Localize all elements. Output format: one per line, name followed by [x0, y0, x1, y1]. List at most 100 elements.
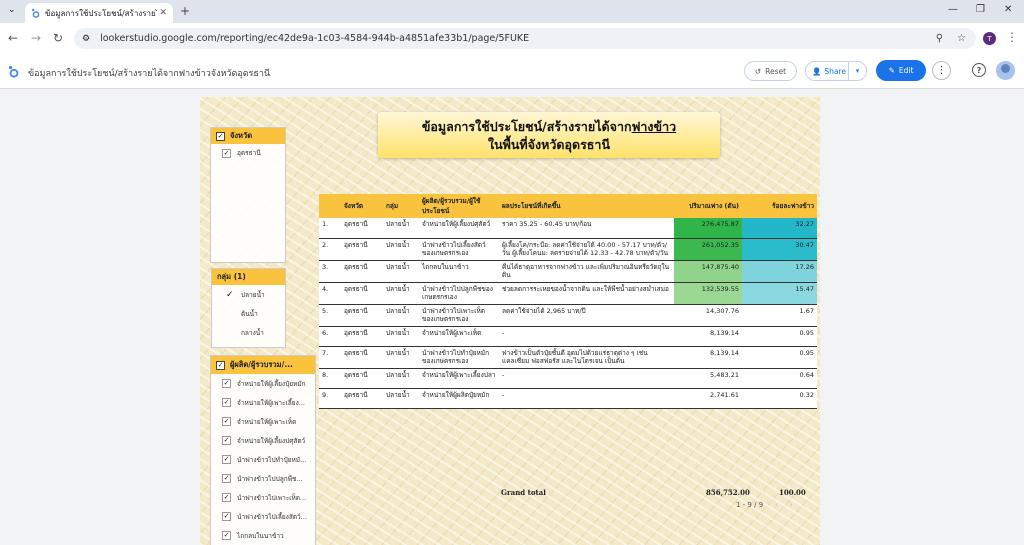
grand-total-percent: 100.00 [779, 488, 806, 497]
account-avatar[interactable] [996, 61, 1015, 80]
quantity-cell: 5,483.21 [674, 368, 742, 389]
producer-cell: จำหน่ายให้ผู้ผลิตปุ๋ยหมัก [419, 388, 499, 409]
quantity-cell: 261,052.35 [674, 238, 742, 261]
producer-cell: นำฟางข้าวไปเลี้ยงสัตว์ของเกษตรกรเอง [419, 238, 499, 261]
url-bar[interactable]: ⚙ lookerstudio.google.com/reporting/ec42… [74, 28, 976, 49]
share-dropdown-icon[interactable]: ▾ [848, 62, 866, 80]
select-all-checkbox[interactable]: ✓ [216, 360, 225, 370]
province-filter-header[interactable]: ✓ จังหวัด [211, 128, 285, 144]
back-icon[interactable]: ← [8, 31, 18, 45]
site-info-icon[interactable]: ⚙ [82, 34, 90, 44]
url-text: lookerstudio.google.com/reporting/ec42de… [100, 33, 530, 44]
table-row[interactable]: 1. อุดรธานี ปลายน้ำ จำหน่ายให้ผู้เลี้ยงปศุส… [319, 218, 817, 239]
row-number: 6. [319, 326, 341, 347]
filter-option[interactable]: ✓ นำฟางข้าวไปปลูกพืช... [211, 469, 315, 488]
close-tab-icon[interactable]: ✕ [159, 8, 167, 18]
prev-page-icon[interactable]: ‹ [775, 501, 778, 509]
quantity-cell: 132,539.55 [674, 282, 742, 305]
table-row[interactable]: 4. อุดรธานี ปลายน้ำ นำฟางข้าวไปปลูกพืชของเก… [319, 282, 817, 305]
filter-option-label: จำหน่ายให้ผู้เพาะเลี้ยง... [237, 398, 305, 407]
restore-icon[interactable]: ❐ [976, 4, 985, 15]
col-header-producer[interactable]: ผู้ผลิต/ผู้รวบรวม/ผู้ใช้ประโยชน์ [419, 194, 499, 218]
filter-option[interactable]: ✓ จำหน่ายให้ผู้เพาะเลี้ยง... [211, 393, 315, 412]
zoom-icon[interactable]: ⚲ [936, 33, 943, 44]
bookmark-star-icon[interactable]: ☆ [957, 33, 966, 44]
tab-search-icon[interactable]: ⌄ [8, 5, 16, 15]
quantity-cell: 8,139.14 [674, 346, 742, 369]
reload-icon[interactable]: ↻ [53, 31, 63, 45]
forward-icon[interactable]: → [31, 31, 41, 45]
filter-option[interactable]: ✓ จำหน่ายให้ผู้เลี้ยงปศุสัตว์ [211, 431, 315, 450]
group-cell: ปลายน้ำ [383, 388, 419, 409]
table-row[interactable]: 3. อุดรธานี ปลายน้ำ ไถกลบในนาข้าว คืนได้ธาตุ… [319, 260, 817, 283]
help-icon[interactable]: ? [972, 63, 986, 77]
grand-total-quantity: 856,752.00 [706, 488, 750, 497]
profile-avatar[interactable]: T [983, 32, 996, 45]
filter-option[interactable]: ✓ อุดรธานี [211, 148, 285, 158]
producer-filter-header[interactable]: ✓ ผู้ผลิต/ผู้รวบรวม/... [211, 356, 315, 374]
row-number: 3. [319, 260, 341, 283]
browser-tab[interactable]: ข้อมูลการใช้ประโยชน์/สร้างรายได้จาก ✕ [25, 3, 173, 23]
check-icon: ✓ [226, 290, 234, 300]
looker-studio-logo-icon [8, 65, 19, 78]
page-range: 1 - 9 / 9 [736, 501, 764, 509]
table-row[interactable]: 7. อุดรธานี ปลายน้ำ นำฟางข้าวไปทำปุ๋ยหมักขอ… [319, 346, 817, 369]
edit-button[interactable]: ✎ Edit [876, 60, 926, 81]
benefit-cell: คืนได้ธาตุอาหารจากฟางข้าว และเพิ่มปริมาณ… [499, 260, 674, 283]
filter-option[interactable]: ✓ นำฟางข้าวไปเลี้ยงสัตว์... [211, 507, 315, 526]
table-row[interactable]: 9. อุดรธานี ปลายน้ำ จำหน่ายให้ผู้ผลิตปุ๋ยหม… [319, 388, 817, 409]
group-filter[interactable]: กลุ่ม (1) ✓ ปลายน้ำ ต้นน้ำ กลางน้ำ [211, 268, 286, 348]
report-title-box: ข้อมูลการใช้ประโยชน์/สร้างรายได้จากฟางข้… [378, 112, 720, 158]
filter-option[interactable]: ✓ ปลายน้ำ [212, 290, 285, 300]
benefit-cell: - [499, 368, 674, 389]
col-header-no[interactable] [319, 194, 341, 218]
filter-option[interactable]: กลางน้ำ [212, 328, 285, 338]
table-row[interactable]: 5. อุดรธานี ปลายน้ำ นำฟางข้าวไปเพาะเห็ดของเ… [319, 304, 817, 327]
province-filter[interactable]: ✓ จังหวัด ✓ อุดรธานี [210, 127, 286, 263]
select-all-checkbox[interactable]: ✓ [216, 131, 225, 141]
province-cell: อุดรธานี [341, 346, 383, 369]
filter-option[interactable]: ✓ จำหน่ายให้ผู้เพาะเห็ด [211, 412, 315, 431]
reset-button[interactable]: ↺ Reset [744, 61, 797, 81]
col-header-benefit[interactable]: ผลประโยชน์ที่เกิดขึ้น [499, 194, 674, 218]
filter-option-label: จำหน่ายให้ผู้เพาะเห็ด [237, 417, 297, 426]
filter-option[interactable]: ✓ นำฟางข้าวไปทำปุ๋ยหมั... [211, 450, 315, 469]
group-cell: ปลายน้ำ [383, 326, 419, 347]
row-number: 1. [319, 218, 341, 239]
group-cell: ปลายน้ำ [383, 282, 419, 305]
browser-menu-icon[interactable]: ⋮ [1006, 30, 1018, 44]
add-person-icon: 👤 [812, 66, 822, 76]
filter-option-label: จำหน่ายให้ผู้เลี้ยงปศุสัตว์ [237, 436, 306, 445]
share-button[interactable]: 👤 Share ▾ [805, 61, 867, 81]
group-cell: ปลายน้ำ [383, 218, 419, 239]
minimize-icon[interactable]: — [948, 4, 958, 15]
filter-option[interactable]: ต้นน้ำ [212, 309, 285, 319]
row-number: 8. [319, 368, 341, 389]
filter-option-label: ไถกลบในนาข้าว [237, 531, 284, 540]
report-name[interactable]: ข้อมูลการใช้ประโยชน์/สร้างรายได้จากฟางข้… [28, 66, 270, 80]
close-window-icon[interactable]: ✕ [1004, 4, 1012, 15]
quantity-cell: 2,741.61 [674, 388, 742, 409]
producer-filter[interactable]: ✓ ผู้ผลิต/ผู้รวบรวม/... ✓ จำหน่ายให้ผู้เลี… [210, 355, 316, 545]
col-header-percent[interactable]: ร้อยละฟางข้าว [742, 194, 817, 218]
data-table: จังหวัด กลุ่ม ผู้ผลิต/ผู้รวบรวม/ผู้ใช้ปร… [319, 194, 817, 409]
col-header-group[interactable]: กลุ่ม [383, 194, 419, 218]
benefit-cell: ช่วยลดการระเหยของน้ำจากดิน และให้พืชน้ำอ… [499, 282, 674, 305]
new-tab-icon[interactable]: + [180, 4, 190, 18]
col-header-quantity[interactable]: ปริมาณฟาง (ตัน) [674, 194, 742, 218]
col-header-province[interactable]: จังหวัด [341, 194, 383, 218]
benefit-cell: ผู้เลี้ยงโค/กระบือ: ลดค่าใช้จ่ายได้ 40.0… [499, 238, 674, 261]
table-row[interactable]: 8. อุดรธานี ปลายน้ำ จำหน่ายให้ผู้เพาะเลี้ยง… [319, 368, 817, 389]
checkbox-checked-icon: ✓ [222, 455, 231, 464]
filter-option[interactable]: ✓ นำฟางข้าวไปเพาะเห็ด... [211, 488, 315, 507]
producer-cell: นำฟางข้าวไปปลูกพืชของเกษตรกรเอง [419, 282, 499, 305]
filter-option[interactable]: ✓ ไถกลบในนาข้าว [211, 526, 315, 545]
table-row[interactable]: 2. อุดรธานี ปลายน้ำ นำฟางข้าวไปเลี้ยงสัตว์ข… [319, 238, 817, 261]
more-options-icon[interactable]: ⋮ [932, 61, 951, 80]
province-cell: อุดรธานี [341, 326, 383, 347]
group-filter-header[interactable]: กลุ่ม (1) [212, 269, 285, 285]
filter-option[interactable]: ✓ จำหน่ายให้ผู้เลี้ยงปุ๋ยหมัก [211, 374, 315, 393]
grand-total-label: Grand total [501, 488, 546, 497]
table-row[interactable]: 6. อุดรธานี ปลายน้ำ จำหน่ายให้ผู้เพาะเห็ด -8… [319, 326, 817, 347]
next-page-icon[interactable]: › [790, 501, 793, 509]
